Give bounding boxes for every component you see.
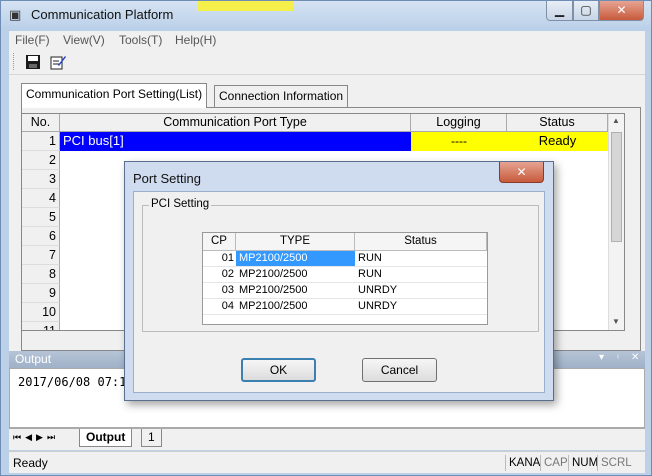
dialog-close-button[interactable]: ✕ <box>499 162 544 183</box>
window-title: Communication Platform <box>31 7 174 22</box>
output-pane-title: Output <box>15 352 52 366</box>
row-number[interactable]: 3 <box>22 170 60 189</box>
col-header-cp[interactable]: CP <box>203 233 236 251</box>
status-cell[interactable]: RUN <box>355 251 487 267</box>
ok-button[interactable]: OK <box>241 358 316 382</box>
type-cell[interactable]: MP2100/2500 <box>236 283 355 299</box>
col-header-no[interactable]: No. <box>22 114 60 132</box>
status-cell[interactable]: UNRDY <box>355 283 487 299</box>
group-label: PCI Setting <box>149 198 212 210</box>
output-tab-output[interactable]: Output <box>79 429 133 447</box>
col-header-status[interactable]: Status <box>355 233 487 251</box>
row-number[interactable]: 5 <box>22 208 60 227</box>
row-number[interactable]: 9 <box>22 284 60 303</box>
status-cell[interactable]: RUN <box>355 267 487 283</box>
row-number[interactable]: 4 <box>22 189 60 208</box>
pci-setting-group: PCI Setting CP TYPE Status 01 MP2100/250… <box>142 198 539 332</box>
row-number[interactable]: 7 <box>22 246 60 265</box>
row-number[interactable]: 6 <box>22 227 60 246</box>
row-number[interactable]: 11 <box>22 322 60 330</box>
row-number[interactable]: 2 <box>22 151 60 170</box>
dialog-body: PCI Setting CP TYPE Status 01 MP2100/250… <box>133 191 545 393</box>
row-number[interactable]: 1 <box>22 132 60 151</box>
dropdown-icon[interactable]: ▾ <box>599 352 604 363</box>
status-text: Ready <box>13 456 48 470</box>
grid-scrollbar[interactable]: ▲ ▼ <box>608 114 624 330</box>
dialog-title: Port Setting <box>133 171 201 186</box>
port-type-cell[interactable]: PCI bus[1] <box>60 132 411 151</box>
tab-port-setting-list[interactable]: Communication Port Setting(List) <box>21 83 208 108</box>
scroll-thumb[interactable] <box>611 132 622 242</box>
col-header-port-type[interactable]: Communication Port Type <box>60 114 411 132</box>
save-icon[interactable] <box>24 53 42 71</box>
cp-cell[interactable]: 01 <box>203 251 236 267</box>
menu-bar: File(F) View(V) Tools(T) Help(H) <box>9 31 645 49</box>
minimize-button[interactable]: ▁ <box>546 1 573 21</box>
scroll-down-icon[interactable]: ▼ <box>612 317 620 326</box>
indicator-scrl: SCRL <box>597 455 635 471</box>
title-bar-highlight <box>197 1 293 11</box>
status-cell[interactable]: UNRDY <box>355 299 487 315</box>
tab-nav-icons[interactable]: ⏮◀▶⏭ <box>13 432 59 443</box>
cp-cell[interactable]: 02 <box>203 267 236 283</box>
type-cell[interactable]: MP2100/2500 <box>236 251 355 267</box>
cp-cell[interactable]: 03 <box>203 283 236 299</box>
row-number[interactable]: 10 <box>22 303 60 322</box>
close-icon[interactable]: ✕ <box>631 352 639 363</box>
type-cell[interactable]: MP2100/2500 <box>236 299 355 315</box>
scroll-up-icon[interactable]: ▲ <box>612 116 620 125</box>
status-bar: Ready KANA CAP NUM SCRL <box>9 451 645 473</box>
type-cell[interactable]: MP2100/2500 <box>236 267 355 283</box>
menu-file[interactable]: File(F) <box>15 33 50 47</box>
indicator-kana: KANA <box>505 455 543 471</box>
menu-tools[interactable]: Tools(T) <box>119 33 162 47</box>
menu-help[interactable]: Help(H) <box>175 33 216 47</box>
menu-view[interactable]: View(V) <box>63 33 105 47</box>
row-number[interactable]: 8 <box>22 265 60 284</box>
col-header-status[interactable]: Status <box>507 114 608 132</box>
toolbar-grip[interactable] <box>13 53 16 70</box>
port-setting-dialog: Port Setting ✕ PCI Setting CP TYPE Statu… <box>124 161 554 401</box>
edit-icon[interactable] <box>49 53 67 71</box>
close-button[interactable]: ✕ <box>599 1 644 21</box>
tab-connection-information[interactable]: Connection Information <box>214 85 349 107</box>
cp-cell[interactable]: 04 <box>203 299 236 315</box>
status-cell[interactable]: Ready <box>507 132 608 151</box>
maximize-button[interactable]: ▢ <box>573 1 599 21</box>
cancel-button[interactable]: Cancel <box>362 358 437 382</box>
toolbar <box>9 49 645 75</box>
logging-cell[interactable]: ---- <box>411 132 507 151</box>
indicator-cap: CAP <box>540 455 571 471</box>
title-bar[interactable]: ▣ Communication Platform ▁ ▢ ✕ <box>1 1 651 31</box>
pci-table[interactable]: CP TYPE Status 01 MP2100/2500 RUN 02 MP2… <box>202 232 488 325</box>
col-header-logging[interactable]: Logging <box>411 114 507 132</box>
output-tab-1[interactable]: 1 <box>141 429 162 447</box>
terminal-icon: ▣ <box>9 7 22 22</box>
output-tab-strip: ⏮◀▶⏭ Output 1 <box>9 428 645 450</box>
pin-icon[interactable]: ᚲ <box>615 352 621 363</box>
col-header-type[interactable]: TYPE <box>236 233 355 251</box>
